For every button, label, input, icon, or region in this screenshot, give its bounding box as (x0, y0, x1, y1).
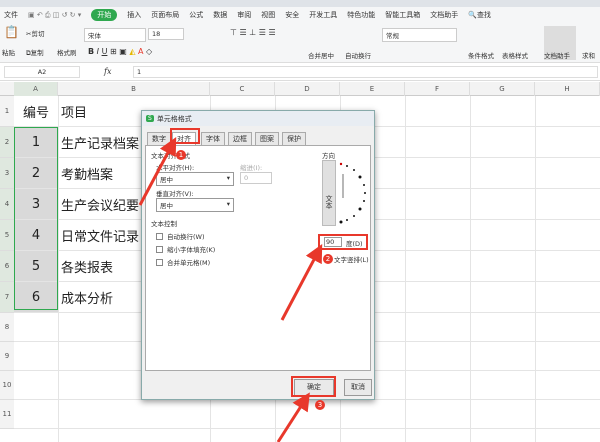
arrow-1 (138, 137, 177, 206)
annotation-marker-1: 1 (176, 150, 186, 160)
annotation-marker-3: 3 (315, 400, 325, 410)
annotation-arrows (138, 137, 323, 442)
annotation-marker-2: 2 (323, 254, 333, 264)
arrow-3 (276, 392, 310, 442)
arrow-2 (280, 244, 323, 321)
